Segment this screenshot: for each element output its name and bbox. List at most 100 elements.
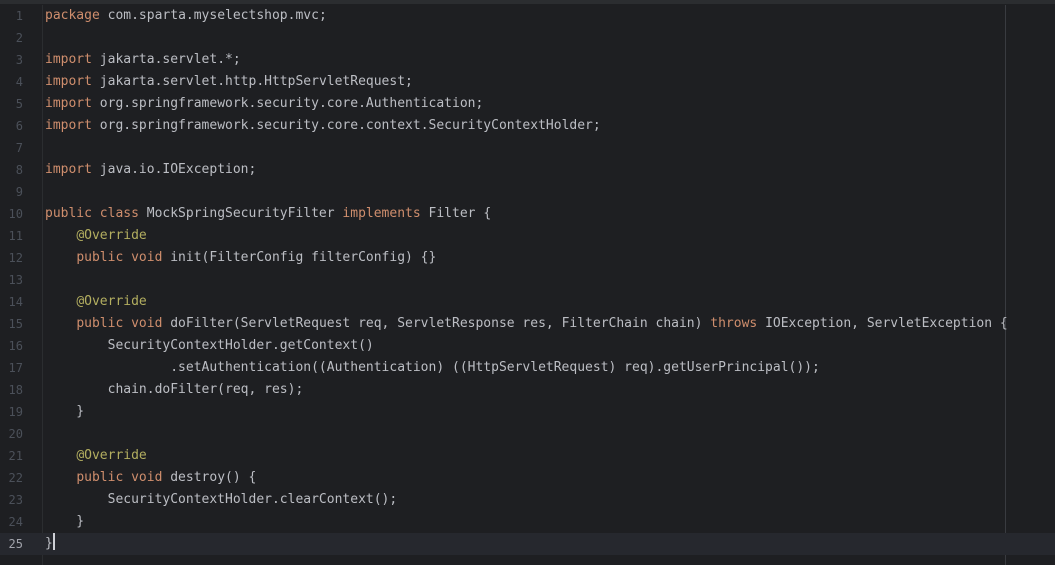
line-number: 12 bbox=[8, 251, 23, 265]
line-number: 3 bbox=[15, 53, 23, 67]
keyword-token: package bbox=[45, 8, 100, 23]
code-text[interactable]: SecurityContextHolder.getContext() bbox=[45, 335, 374, 357]
code-token: } bbox=[45, 514, 85, 529]
code-token: java.io.IOException; bbox=[91, 162, 257, 177]
code-token: jakarta.servlet.*; bbox=[91, 52, 241, 67]
code-line[interactable]: 8 import java.io.IOException; bbox=[0, 159, 1055, 181]
code-line[interactable]: 17 .setAuthentication((Authentication) (… bbox=[0, 357, 1055, 379]
code-token: org.springframework.security.core.Authen… bbox=[91, 96, 484, 111]
code-line[interactable]: 18 chain.doFilter(req, res); bbox=[0, 379, 1055, 401]
line-number: 8 bbox=[15, 163, 23, 177]
code-text[interactable]: @Override bbox=[45, 225, 147, 247]
code-text[interactable]: import jakarta.servlet.http.HttpServletR… bbox=[45, 71, 413, 93]
keyword-token: throws bbox=[710, 316, 758, 331]
code-line[interactable]: 23 SecurityContextHolder.clearContext(); bbox=[0, 489, 1055, 511]
code-line[interactable]: 9 bbox=[0, 181, 1055, 203]
code-token: chain.doFilter(req, res); bbox=[45, 382, 304, 397]
code-line[interactable]: 20 bbox=[0, 423, 1055, 445]
code-lines[interactable]: 1 package com.sparta.myselectshop.mvc; 2 3 i… bbox=[0, 5, 1055, 555]
code-text[interactable]: import org.springframework.security.core… bbox=[45, 115, 601, 137]
keyword-token: public void bbox=[76, 250, 163, 265]
code-line[interactable]: 10 public class MockSpringSecurityFilter … bbox=[0, 203, 1055, 225]
code-token: } bbox=[45, 404, 85, 419]
code-line[interactable]: 11 @Override bbox=[0, 225, 1055, 247]
line-number: 9 bbox=[15, 185, 23, 199]
code-text[interactable]: package com.sparta.myselectshop.mvc; bbox=[45, 5, 327, 27]
keyword-token: import bbox=[45, 118, 92, 133]
line-number: 25 bbox=[8, 537, 23, 551]
code-line[interactable]: 16 SecurityContextHolder.getContext() bbox=[0, 335, 1055, 357]
code-text[interactable]: import org.springframework.security.core… bbox=[45, 93, 483, 115]
code-text[interactable]: public void init(FilterConfig filterConf… bbox=[45, 247, 436, 269]
line-number: 23 bbox=[8, 493, 23, 507]
keyword-token: import bbox=[45, 162, 92, 177]
code-line[interactable]: 6 import org.springframework.security.cor… bbox=[0, 115, 1055, 137]
code-text[interactable]: public class MockSpringSecurityFilter im… bbox=[45, 203, 491, 225]
line-number: 15 bbox=[8, 317, 23, 331]
text-caret bbox=[52, 533, 55, 550]
code-line[interactable]: 1 package com.sparta.myselectshop.mvc; bbox=[0, 5, 1055, 27]
line-number: 14 bbox=[8, 295, 23, 309]
code-text[interactable]: .setAuthentication((Authentication) ((Ht… bbox=[45, 357, 820, 379]
code-line[interactable]: 19 } bbox=[0, 401, 1055, 423]
keyword-token: public class bbox=[45, 206, 139, 221]
code-line[interactable]: 2 bbox=[0, 27, 1055, 49]
code-text[interactable]: public void destroy() { bbox=[45, 467, 256, 489]
code-text[interactable]: } bbox=[45, 511, 84, 533]
code-text[interactable]: } bbox=[45, 533, 55, 555]
code-text[interactable]: @Override bbox=[45, 291, 146, 313]
code-line[interactable]: 5 import org.springframework.security.cor… bbox=[0, 93, 1055, 115]
code-line[interactable]: 25} bbox=[0, 533, 1055, 555]
line-number: 19 bbox=[8, 405, 23, 419]
code-line[interactable]: 4 import jakarta.servlet.http.HttpServlet… bbox=[0, 71, 1055, 93]
line-number: 22 bbox=[8, 471, 23, 485]
code-token: IOException, ServletException { bbox=[757, 316, 1008, 331]
code-line[interactable]: 22 public void destroy() { bbox=[0, 467, 1055, 489]
annotation-token: @Override bbox=[76, 448, 147, 463]
code-line[interactable]: 14 @Override bbox=[0, 291, 1055, 313]
code-token: SecurityContextHolder.clearContext(); bbox=[45, 492, 398, 507]
line-number: 11 bbox=[8, 229, 23, 243]
line-number: 5 bbox=[15, 97, 23, 111]
line-number: 1 bbox=[15, 9, 23, 23]
code-line[interactable]: 21 @Override bbox=[0, 445, 1055, 467]
code-line[interactable]: 12 public void init(FilterConfig filterC… bbox=[0, 247, 1055, 269]
code-line[interactable]: 7 bbox=[0, 137, 1055, 159]
code-token: } bbox=[45, 536, 53, 551]
keyword-token: import bbox=[45, 52, 92, 67]
code-line[interactable]: 13 bbox=[0, 269, 1055, 291]
code-token: doFilter(ServletRequest req, ServletResp… bbox=[162, 316, 711, 331]
code-token: com.sparta.myselectshop.mvc; bbox=[99, 8, 327, 23]
line-number: 20 bbox=[8, 427, 23, 441]
code-line[interactable]: 3 import jakarta.servlet.*; bbox=[0, 49, 1055, 71]
code-text[interactable]: } bbox=[45, 401, 84, 423]
line-number: 16 bbox=[8, 339, 23, 353]
keyword-token: public void bbox=[76, 316, 163, 331]
code-text[interactable]: public void doFilter(ServletRequest req,… bbox=[45, 313, 1008, 335]
code-token: org.springframework.security.core.contex… bbox=[91, 118, 601, 133]
code-token: jakarta.servlet.http.HttpServletRequest; bbox=[91, 74, 413, 89]
editor-top-border bbox=[0, 0, 1055, 4]
code-token: MockSpringSecurityFilter bbox=[138, 206, 343, 221]
keyword-token: implements bbox=[342, 206, 421, 221]
code-line[interactable]: 24 } bbox=[0, 511, 1055, 533]
code-text[interactable]: import java.io.IOException; bbox=[45, 159, 256, 181]
line-number: 6 bbox=[15, 119, 23, 133]
keyword-token: import bbox=[45, 96, 92, 111]
line-number: 24 bbox=[8, 515, 23, 529]
code-text[interactable]: chain.doFilter(req, res); bbox=[45, 379, 304, 401]
code-editor[interactable]: 1 package com.sparta.myselectshop.mvc; 2 3 i… bbox=[0, 0, 1055, 565]
annotation-token: @Override bbox=[76, 228, 147, 243]
line-number: 7 bbox=[15, 141, 23, 155]
code-text[interactable]: import jakarta.servlet.*; bbox=[45, 49, 241, 71]
line-number: 13 bbox=[8, 273, 23, 287]
code-line[interactable]: 15 public void doFilter(ServletRequest r… bbox=[0, 313, 1055, 335]
code-text[interactable]: @Override bbox=[45, 445, 147, 467]
code-text[interactable]: SecurityContextHolder.clearContext(); bbox=[45, 489, 398, 511]
code-token: Filter { bbox=[420, 206, 492, 221]
